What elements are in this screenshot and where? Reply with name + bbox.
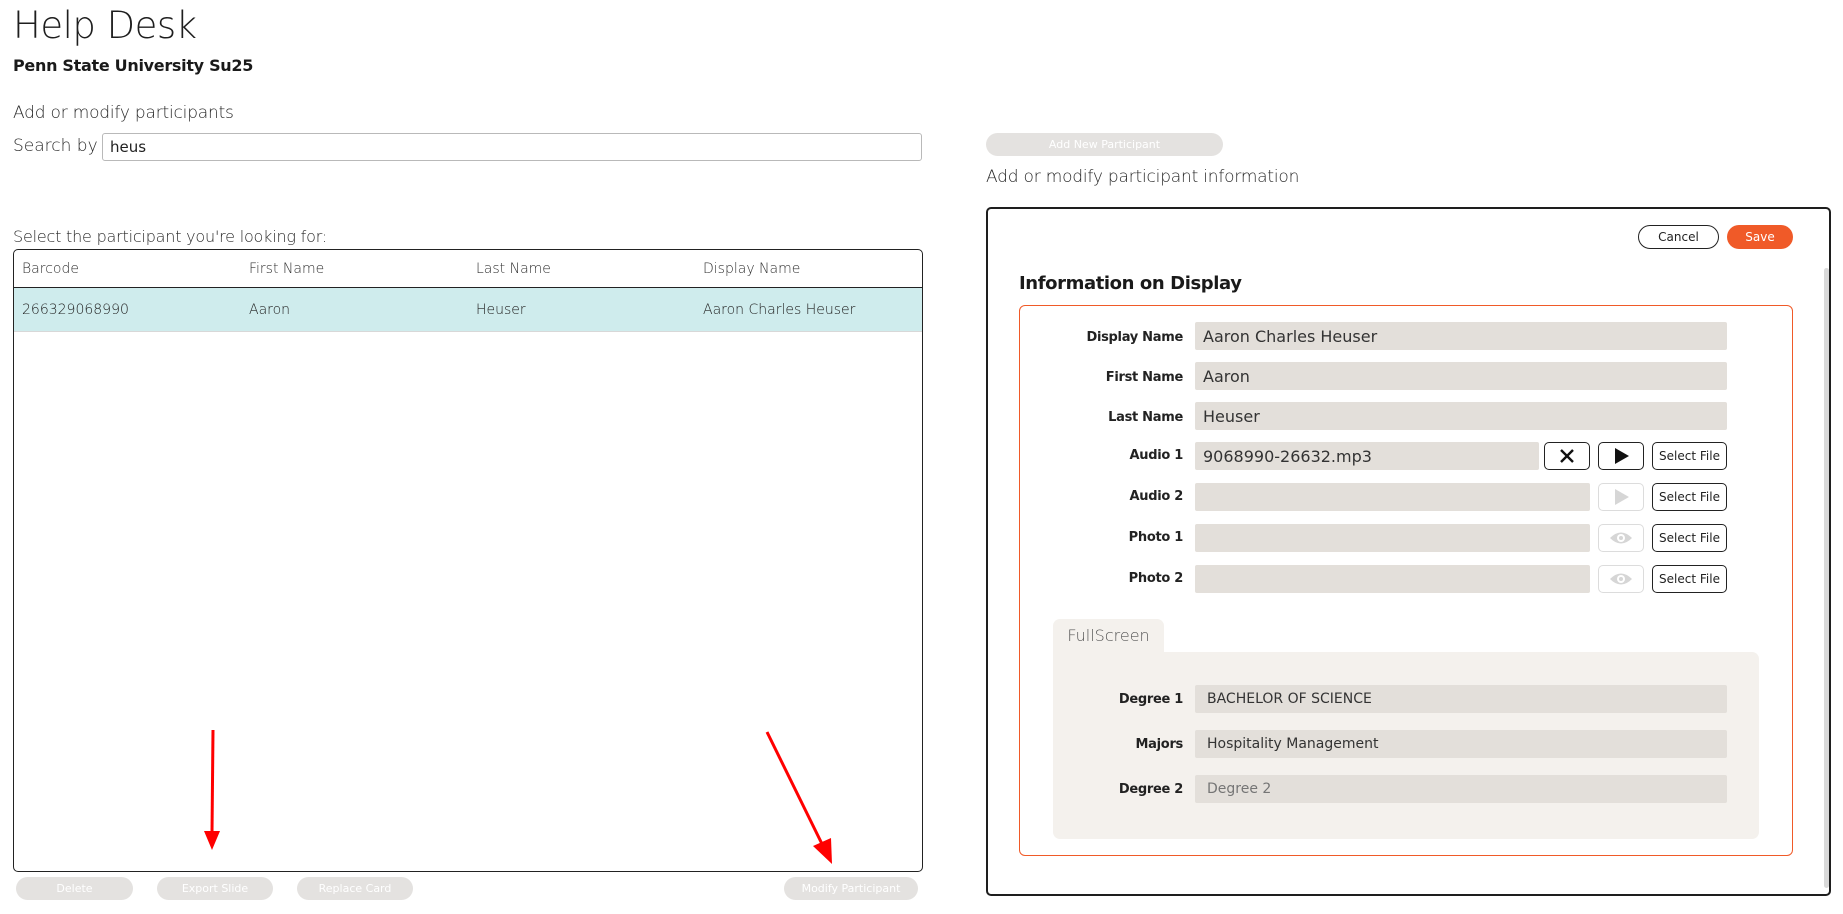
page-title: Help Desk <box>13 4 197 47</box>
table-row[interactable]: 266329068990 Aaron Heuser Aaron Charles … <box>14 288 922 332</box>
audio2-label: Audio 2 <box>1129 489 1184 504</box>
audio1-label: Audio 1 <box>1129 448 1184 463</box>
audio2-select-file-button[interactable]: Select File <box>1652 483 1727 511</box>
clear-audio1-button[interactable] <box>1544 442 1590 470</box>
audio2-field[interactable] <box>1195 483 1590 511</box>
preview-photo1-button[interactable] <box>1598 524 1644 552</box>
search-label: Search by <box>13 136 98 156</box>
play-audio2-button[interactable] <box>1598 483 1644 511</box>
photo1-label: Photo 1 <box>1128 530 1184 545</box>
degree1-field[interactable] <box>1195 685 1727 713</box>
export-slide-button[interactable]: Export Slide <box>157 877 273 900</box>
info-on-display-title: Information on Display <box>1019 273 1242 294</box>
first-name-label: First Name <box>1105 370 1184 385</box>
cell-display-name: Aaron Charles Heuser <box>703 301 856 318</box>
annotation-arrow-export <box>204 729 220 850</box>
page-subtitle: Penn State University Su25 <box>13 56 254 75</box>
photo2-select-file-button[interactable]: Select File <box>1652 565 1727 593</box>
save-button[interactable]: Save <box>1727 225 1793 249</box>
cancel-button[interactable]: Cancel <box>1638 225 1719 249</box>
table-header: Barcode First Name Last Name Display Nam… <box>14 250 922 288</box>
degree2-label: Degree 2 <box>1118 782 1183 797</box>
column-header-last-name[interactable]: Last Name <box>468 261 695 277</box>
audio1-field[interactable] <box>1195 442 1539 470</box>
close-icon <box>1560 449 1574 463</box>
participants-section-label: Add or modify participants <box>13 103 234 123</box>
preview-photo2-button[interactable] <box>1598 565 1644 593</box>
degree1-label: Degree 1 <box>1118 692 1183 707</box>
cell-first-name: Aaron <box>249 301 291 318</box>
replace-card-button[interactable]: Replace Card <box>297 877 413 900</box>
add-new-participant-button[interactable]: Add New Participant <box>986 133 1223 156</box>
photo1-field[interactable] <box>1195 524 1590 552</box>
select-participant-label: Select the participant you're looking fo… <box>13 227 327 246</box>
first-name-field[interactable] <box>1195 362 1727 390</box>
modify-participant-button[interactable]: Modify Participant <box>784 877 918 900</box>
annotation-arrow-modify <box>765 731 832 864</box>
participant-info-section-label: Add or modify participant information <box>986 167 1300 187</box>
eye-icon <box>1610 573 1632 585</box>
cell-barcode: 266329068990 <box>22 301 129 318</box>
photo2-field[interactable] <box>1195 565 1590 593</box>
column-header-display-name[interactable]: Display Name <box>695 261 922 277</box>
last-name-label: Last Name <box>1108 410 1183 425</box>
display-name-label: Display Name <box>1086 330 1183 345</box>
last-name-field[interactable] <box>1195 402 1727 430</box>
column-header-first-name[interactable]: First Name <box>241 261 468 277</box>
column-header-barcode[interactable]: Barcode <box>14 261 241 277</box>
majors-field[interactable] <box>1195 730 1727 758</box>
play-audio1-button[interactable] <box>1598 442 1644 470</box>
majors-label: Majors <box>1135 737 1184 752</box>
play-icon <box>1615 448 1629 464</box>
play-icon <box>1615 489 1629 505</box>
delete-button[interactable]: Delete <box>16 877 133 900</box>
audio1-select-file-button[interactable]: Select File <box>1652 442 1727 470</box>
cell-last-name: Heuser <box>476 301 526 318</box>
form-scrollbar[interactable] <box>1824 268 1829 888</box>
photo2-label: Photo 2 <box>1128 571 1184 586</box>
tab-fullscreen[interactable]: FullScreen <box>1053 619 1164 652</box>
eye-icon <box>1610 532 1632 544</box>
degree2-field[interactable] <box>1195 775 1727 803</box>
search-input[interactable] <box>102 133 922 161</box>
display-name-field[interactable] <box>1195 322 1727 350</box>
photo1-select-file-button[interactable]: Select File <box>1652 524 1727 552</box>
